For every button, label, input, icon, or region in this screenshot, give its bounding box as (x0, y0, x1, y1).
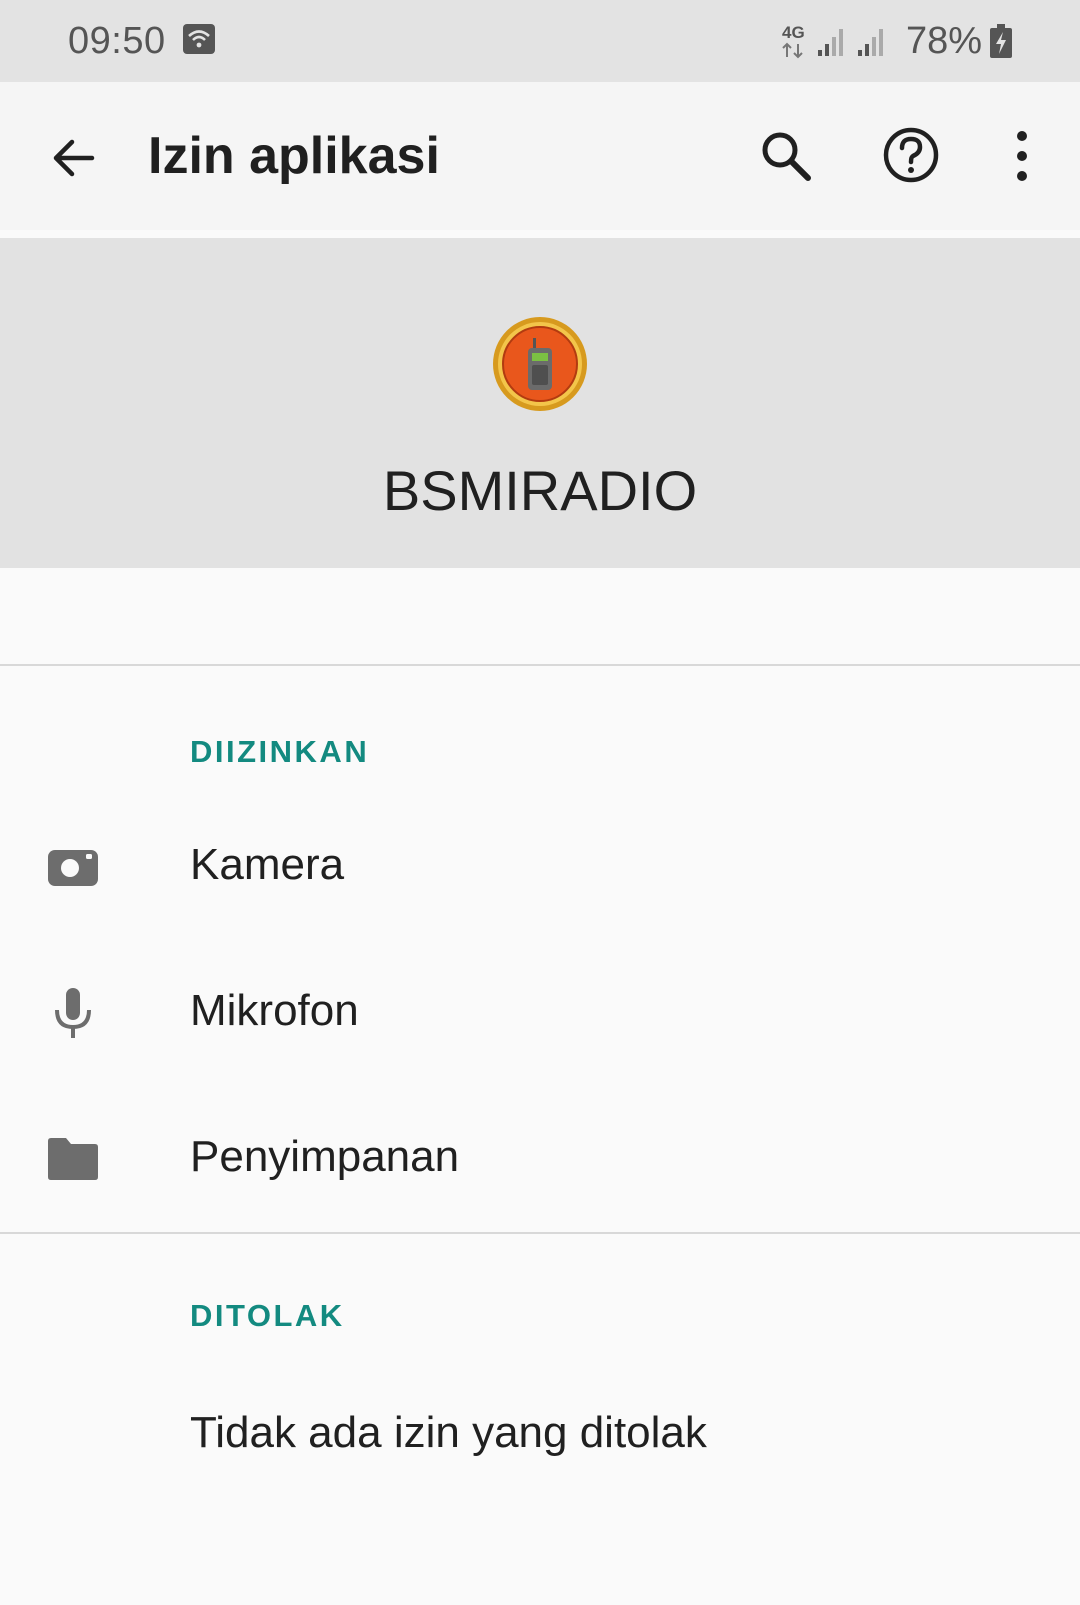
folder-icon (46, 1132, 100, 1186)
back-arrow-icon[interactable] (48, 132, 100, 184)
permission-label: Mikrofon (190, 986, 359, 1035)
app-header: BSMIRADIO (0, 238, 1080, 568)
page-title: Izin aplikasi (148, 127, 440, 185)
app-name: BSMIRADIO (382, 459, 698, 522)
signal-icon (818, 26, 850, 63)
status-bar: 09:50 4G 78% (0, 0, 1080, 82)
permission-item-camera[interactable]: Kamera (0, 796, 1080, 936)
battery-charging-icon (990, 24, 1012, 63)
microphone-icon (46, 986, 100, 1040)
network-type-label: 4G (782, 23, 805, 42)
section-label-denied: DITOLAK (190, 1298, 345, 1333)
status-time: 09:50 (68, 20, 166, 62)
divider (0, 664, 1080, 666)
divider (0, 1232, 1080, 1234)
permission-label: Penyimpanan (190, 1132, 460, 1181)
battery-percent: 78% (906, 20, 983, 62)
walkie-talkie-app-icon (492, 316, 588, 412)
search-icon[interactable] (758, 128, 814, 184)
help-icon[interactable] (882, 126, 940, 184)
permission-item-microphone[interactable]: Mikrofon (0, 942, 1080, 1082)
permission-label: Kamera (190, 840, 345, 889)
signal-icon (858, 26, 890, 63)
app-bar: Izin aplikasi (0, 82, 1080, 230)
network-4g-icon: 4G (780, 22, 808, 65)
wifi-icon (183, 24, 215, 59)
camera-icon (46, 840, 100, 894)
section-label-allowed: DIIZINKAN (190, 734, 370, 769)
denied-empty-text: Tidak ada izin yang ditolak (190, 1408, 707, 1457)
more-vert-icon[interactable] (1006, 128, 1038, 184)
permission-item-storage[interactable]: Penyimpanan (0, 1088, 1080, 1228)
